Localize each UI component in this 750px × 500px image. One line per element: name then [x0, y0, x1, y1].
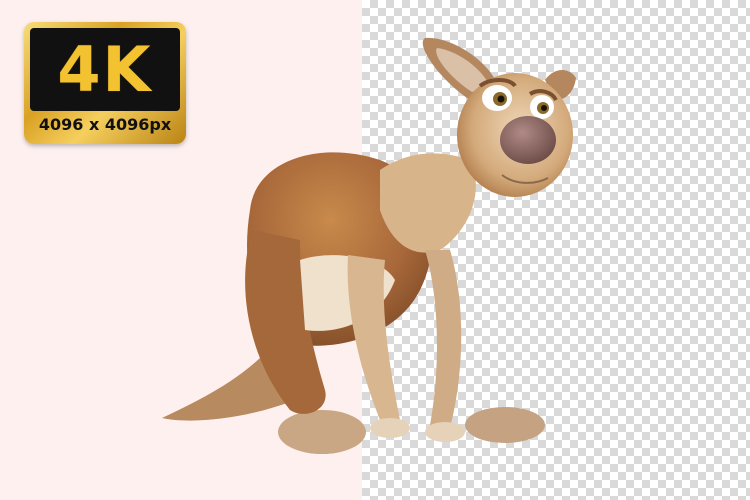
resolution-label: 4K [57, 32, 153, 106]
resolution-badge: 4K 4096 x 4096px [24, 22, 186, 144]
front-paw-left [370, 418, 410, 438]
front-paw-right [425, 422, 465, 442]
badge-inner-panel: 4K [30, 28, 180, 111]
front-leg-right [425, 250, 462, 428]
nose [500, 116, 556, 164]
back-foot-left [278, 410, 366, 454]
dimensions-label: 4096 x 4096px [38, 115, 172, 134]
back-foot-right [465, 407, 545, 443]
